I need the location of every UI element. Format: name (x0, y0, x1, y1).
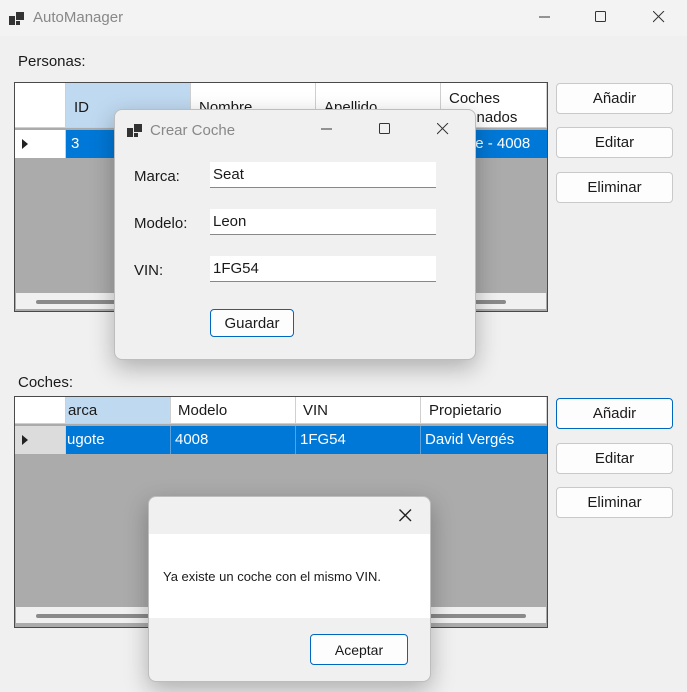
table-row[interactable]: ugote 4008 1FG54 David Vergés (15, 426, 547, 454)
marca-field[interactable] (210, 162, 436, 188)
close-icon (437, 123, 449, 135)
personas-corner-header (15, 83, 66, 128)
close-icon (653, 11, 665, 23)
coche-modelo-cell[interactable]: 4008 (171, 426, 296, 454)
minimize-icon (539, 16, 550, 18)
coches-add-button[interactable]: Añadir (556, 398, 673, 429)
message-dialog: Ya existe un coche con el mismo VIN. Ace… (148, 496, 431, 682)
guardar-button[interactable]: Guardar (210, 309, 294, 337)
app-icon (9, 12, 24, 25)
personas-delete-button[interactable]: Eliminar (556, 172, 673, 203)
coche-vin-cell[interactable]: 1FG54 (296, 426, 421, 454)
dialog-minimize-button[interactable] (299, 110, 355, 148)
modelo-field[interactable] (210, 209, 436, 235)
coche-marca-cell[interactable]: ugote (66, 426, 171, 454)
row-header[interactable] (15, 426, 66, 454)
row-header[interactable] (15, 130, 66, 158)
dialog-app-icon (127, 124, 142, 137)
coches-label: Coches: (18, 374, 74, 391)
coches-col-propietario[interactable]: Propietario (421, 397, 547, 424)
dialog-title: Crear Coche (150, 122, 236, 139)
message-text: Ya existe un coche con el mismo VIN. (163, 569, 381, 584)
close-button[interactable] (630, 0, 687, 34)
personas-add-button[interactable]: Añadir (556, 83, 673, 114)
window-title: AutoManager (33, 9, 124, 26)
dialog-close-button[interactable] (415, 110, 471, 148)
coches-corner-header (15, 397, 66, 424)
maximize-icon (379, 123, 390, 134)
coches-col-marca[interactable]: arca (66, 397, 171, 424)
coches-col-modelo[interactable]: Modelo (171, 397, 296, 424)
modelo-label: Modelo: (134, 215, 188, 232)
vin-field[interactable] (210, 256, 436, 282)
message-close-button[interactable] (381, 497, 429, 534)
marca-label: Marca: (134, 168, 180, 185)
maximize-icon (595, 11, 606, 22)
coches-col-vin[interactable]: VIN (296, 397, 421, 424)
close-icon (398, 509, 411, 522)
personas-edit-button[interactable]: Editar (556, 127, 673, 158)
row-pointer-icon (22, 139, 28, 149)
coches-edit-button[interactable]: Editar (556, 443, 673, 474)
personas-label: Personas: (18, 53, 86, 70)
minimize-button[interactable] (516, 0, 574, 34)
vin-label: VIN: (134, 262, 164, 279)
coches-delete-button[interactable]: Eliminar (556, 487, 673, 518)
coche-propietario-cell[interactable]: David Vergés (421, 426, 547, 454)
dialog-maximize-button[interactable] (357, 110, 413, 148)
aceptar-button[interactable]: Aceptar (310, 634, 408, 665)
maximize-button[interactable] (572, 0, 630, 34)
crear-coche-dialog: Crear Coche Marca: Modelo: VIN: Guardar (114, 109, 476, 360)
minimize-icon (321, 128, 332, 130)
row-pointer-icon (22, 435, 28, 445)
